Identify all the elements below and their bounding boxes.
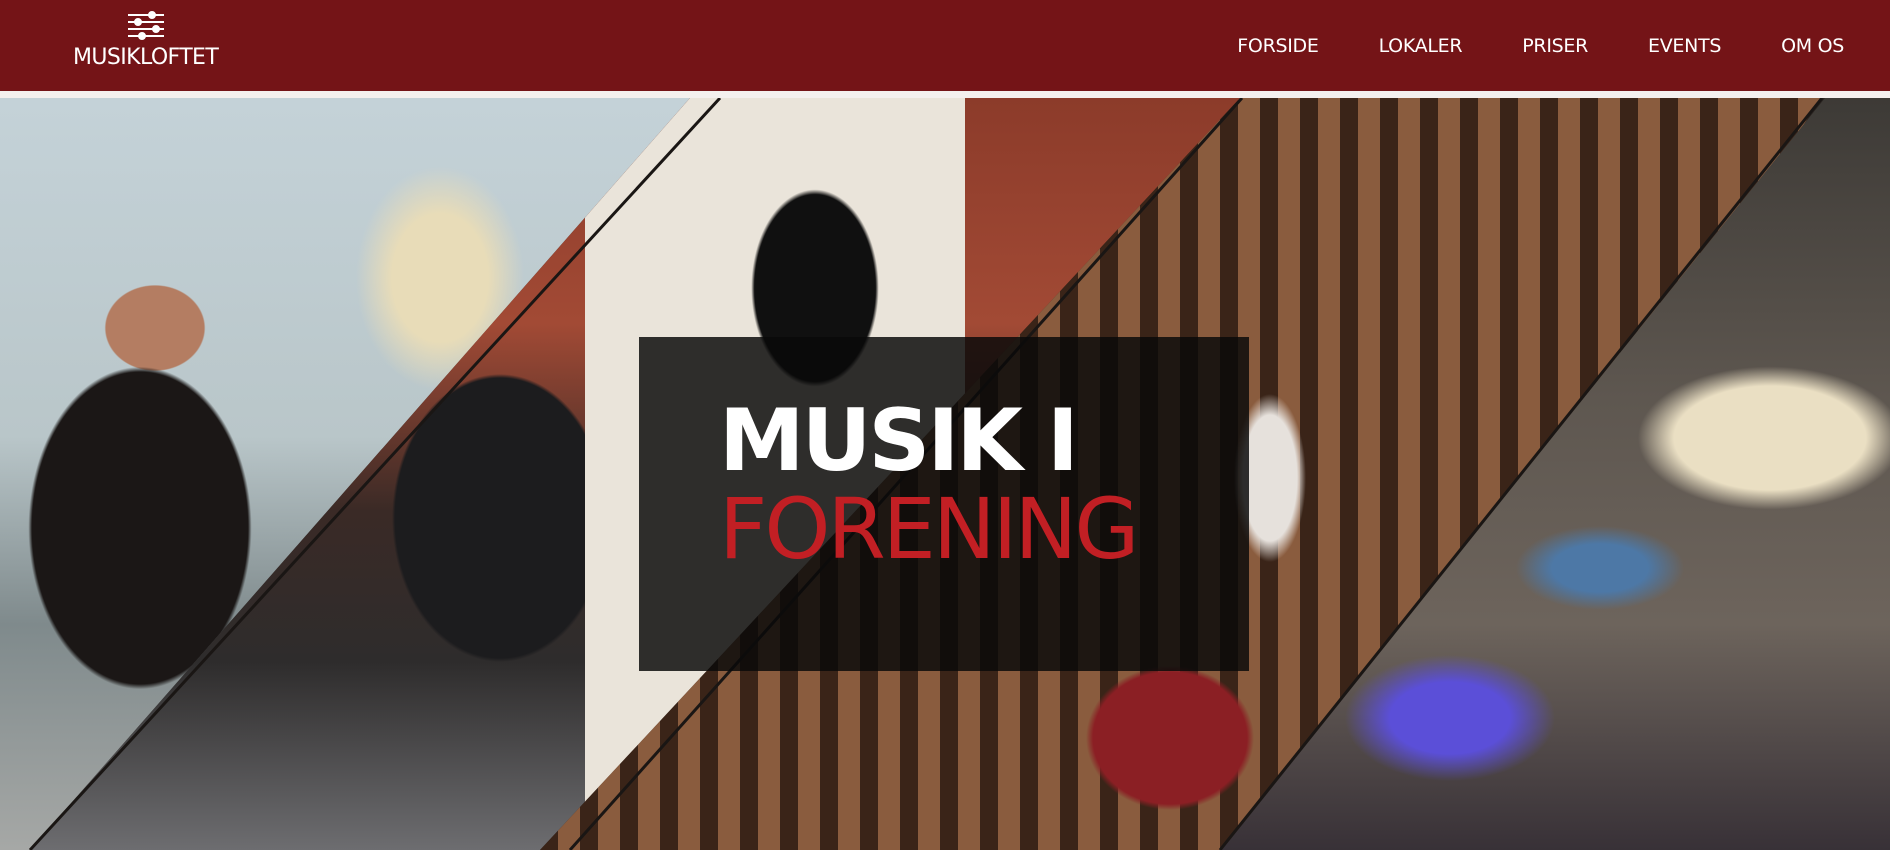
nav-om-os[interactable]: OM OS: [1781, 35, 1844, 57]
nav-forside[interactable]: FORSIDE: [1237, 35, 1319, 57]
main-navigation: FORSIDE LOKALER PRISER EVENTS OM OS: [1177, 0, 1890, 91]
nav-events[interactable]: EVENTS: [1648, 35, 1721, 57]
hero-title-line-1: MUSIK I: [719, 391, 1079, 491]
nav-priser[interactable]: PRISER: [1522, 35, 1588, 57]
header-divider: [0, 91, 1890, 98]
hero-title-line-2: FORENING: [719, 480, 1139, 578]
hero-banner: MUSIK I FORENING: [0, 98, 1890, 850]
nav-lokaler[interactable]: LOKALER: [1379, 35, 1463, 57]
brand-name: MUSIKLOFTET: [73, 45, 219, 70]
equalizer-sliders-icon: [128, 11, 164, 40]
hero-title-overlay: MUSIK I FORENING: [639, 337, 1249, 671]
site-header: MUSIKLOFTET FORSIDE LOKALER PRISER EVENT…: [0, 0, 1890, 91]
site-logo[interactable]: MUSIKLOFTET: [72, 9, 222, 73]
